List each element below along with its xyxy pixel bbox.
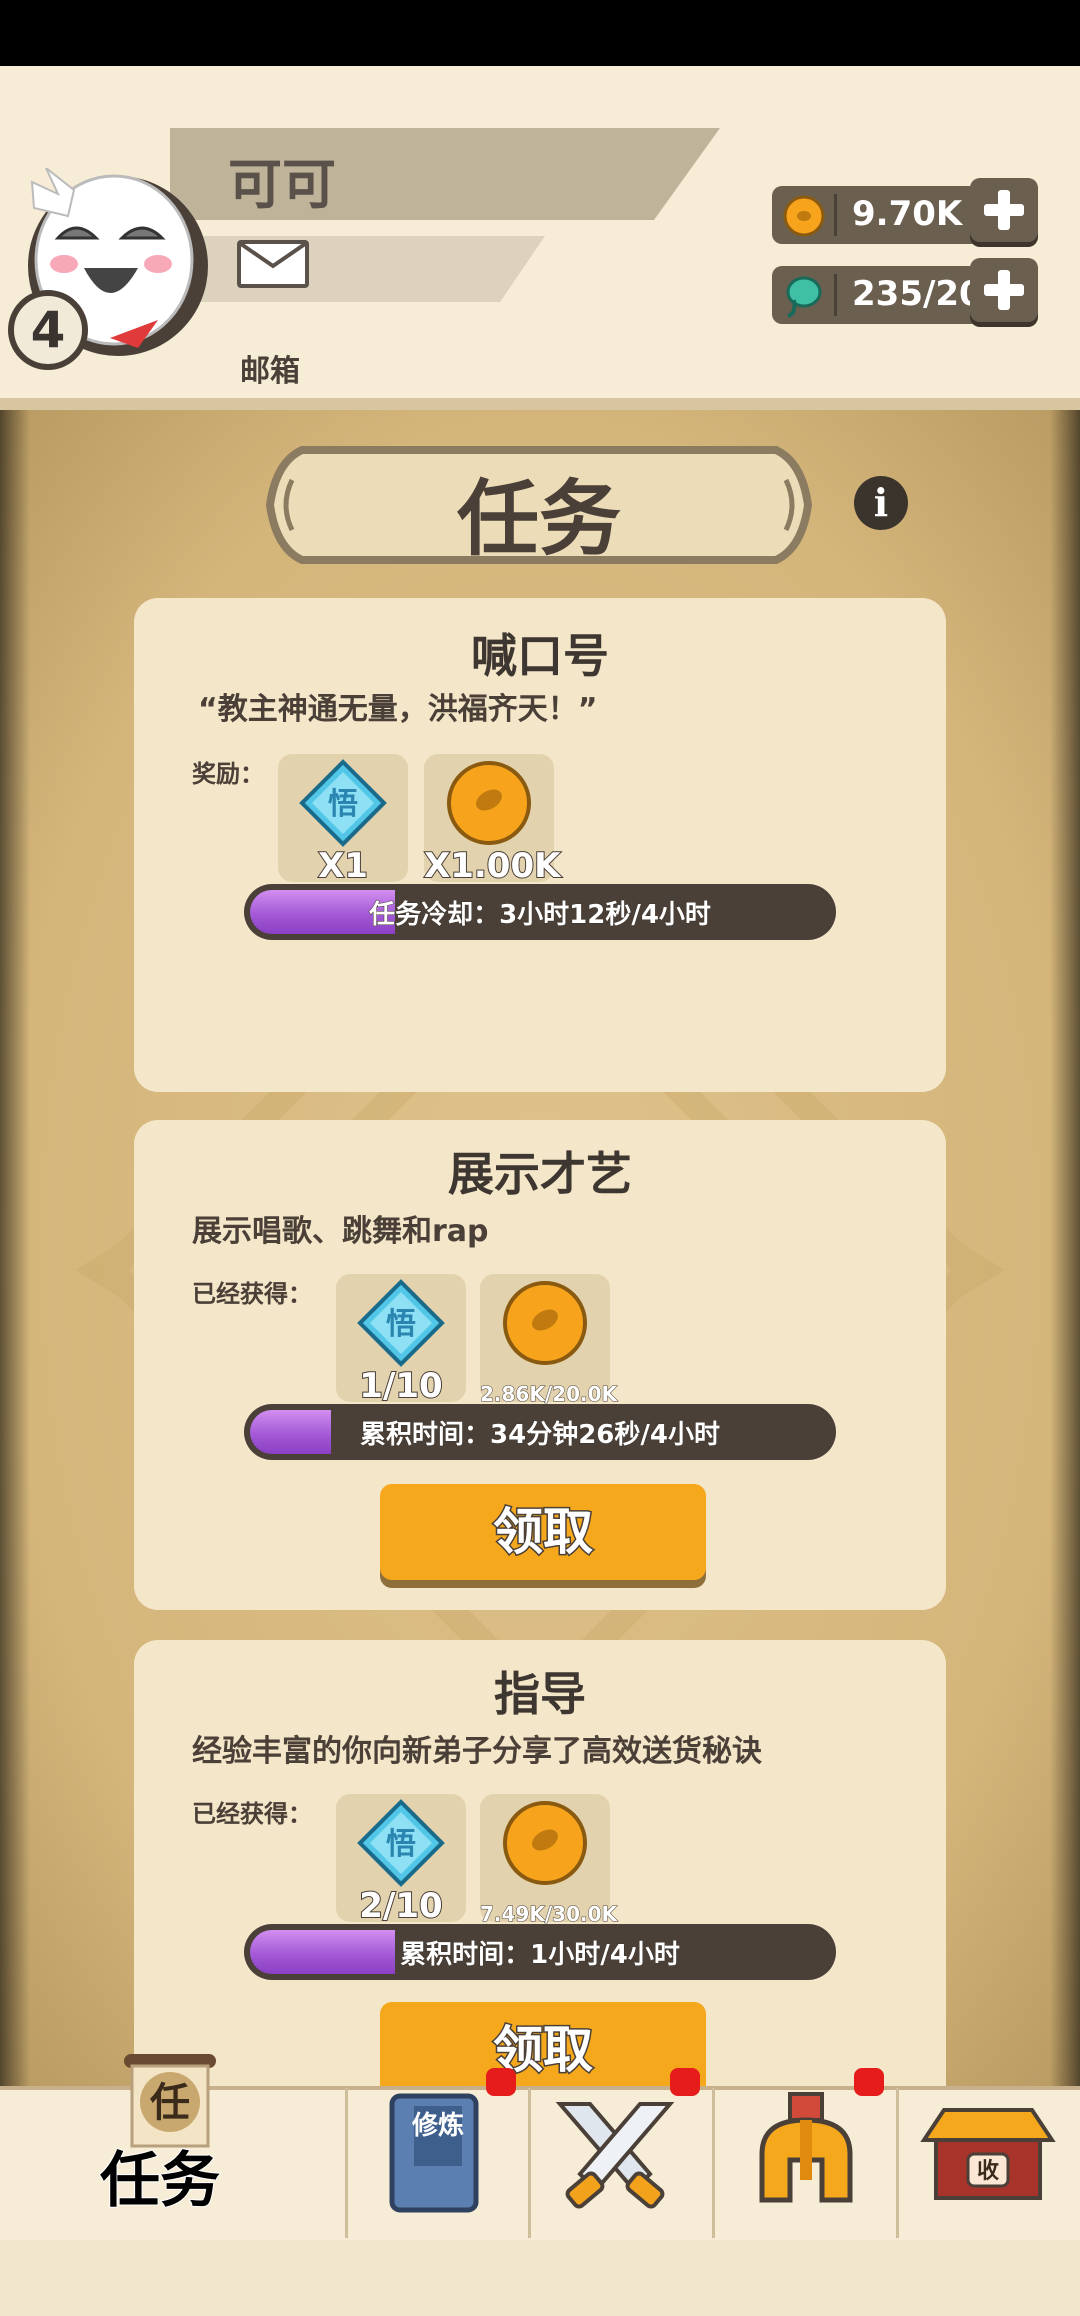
mail-icon[interactable] [237, 240, 309, 288]
info-icon[interactable]: i [854, 476, 908, 530]
reward-quantity: X1.00K [423, 845, 561, 887]
shop-icon-glyph: 收 [977, 2158, 999, 2184]
progress-text: 任务冷却：3小时12秒/4小时 [369, 900, 712, 931]
reward-item[interactable]: 2.86K/20.0K [480, 1274, 618, 1407]
cultivation-book-glyph: 修炼 [411, 2110, 464, 2141]
status-bar [0, 0, 1080, 66]
header-divider [0, 398, 1080, 410]
reward-item[interactable]: 悟 2/10 [336, 1794, 466, 1927]
task-title: 喊口号 [471, 629, 609, 683]
reward-item[interactable]: 悟 1/10 [336, 1274, 466, 1407]
player-name: 可可 [228, 153, 336, 216]
notification-dot [854, 2068, 884, 2096]
notification-dot [486, 2068, 516, 2096]
currency-divider [834, 274, 837, 316]
coin-icon [503, 1801, 587, 1885]
reward-item[interactable]: 7.49K/30.0K [480, 1794, 618, 1927]
add-gem-button[interactable] [970, 258, 1038, 322]
wu-gem-glyph: 悟 [386, 1307, 416, 1342]
page-title: 任务 [456, 472, 621, 567]
add-coin-button[interactable] [970, 178, 1038, 242]
reward-label: 已经获得： [192, 1800, 312, 1828]
coin-icon [783, 195, 825, 237]
currency-divider [834, 194, 837, 236]
wu-gem-glyph: 悟 [328, 787, 358, 822]
panel-shade-left [0, 410, 30, 2086]
coin-icon [503, 1281, 587, 1365]
level-badge: 4 [8, 290, 88, 370]
task-title: 指导 [494, 1667, 586, 1721]
reward-quantity: 2/10 [358, 1885, 443, 1927]
notification-dot [670, 2068, 700, 2096]
accumulate-progress: 累积时间：1小时/4小时 [244, 1924, 836, 1980]
task-description: 经验丰富的你向新弟子分享了高效送货秘诀 [192, 1734, 762, 1769]
tab-label: 任务 [99, 2145, 221, 2217]
reward-quantity: 1/10 [358, 1365, 443, 1407]
reward-item[interactable]: X1.00K [423, 754, 561, 887]
task-description: 展示唱歌、跳舞和rap [192, 1214, 489, 1249]
wu-gem-glyph: 悟 [386, 1827, 416, 1862]
spirit-gem-icon [786, 276, 822, 318]
progress-text: 累积时间：1小时/4小时 [400, 1940, 681, 1971]
coin-icon [447, 761, 531, 845]
task-title: 展示才艺 [448, 1147, 632, 1201]
accumulate-progress: 累积时间：34分钟26秒/4小时 [244, 1404, 836, 1460]
gem-value: 235/20 [852, 274, 983, 314]
task-card: 喊口号 “教主神通无量，洪福齐天！” 奖励： 悟 X1 X1.00K 任务冷却：… [134, 598, 946, 1092]
wu-gem-icon: 悟 [357, 1279, 445, 1367]
progress-text: 累积时间：34分钟26秒/4小时 [360, 1420, 721, 1451]
task-description: “教主神通无量，洪福齐天！” [198, 692, 598, 727]
claim-button[interactable]: 领取 [380, 1484, 706, 1580]
coin-value: 9.70K [852, 194, 963, 234]
reward-quantity: 2.86K/20.0K [480, 1382, 618, 1407]
claim-button[interactable]: 领取 [380, 2002, 706, 2098]
task-card: 展示才艺 展示唱歌、跳舞和rap 已经获得： 悟 1/10 2.86K/20.0… [134, 1120, 946, 1610]
reward-quantity: X1 [317, 845, 369, 887]
cooldown-progress: 任务冷却：3小时12秒/4小时 [244, 884, 836, 940]
crossed-swords-icon [555, 2102, 675, 2209]
mail-label[interactable]: 邮箱 [240, 346, 300, 390]
reward-item[interactable]: 悟 X1 [278, 754, 408, 887]
mail-banner [170, 236, 545, 302]
wu-gem-icon: 悟 [299, 759, 387, 847]
wu-gem-icon: 悟 [357, 1799, 445, 1887]
panel-shade-right [1050, 410, 1080, 2086]
helmet-icon [759, 2092, 853, 2203]
scroll-icon-glyph: 任 [150, 2080, 190, 2126]
reward-quantity: 7.49K/30.0K [480, 1902, 618, 1927]
reward-label: 已经获得： [192, 1280, 312, 1308]
cultivation-book-icon: 修炼 [389, 2093, 479, 2213]
bottom-safe-area [0, 2240, 1080, 2316]
shop-icon: 收 [920, 2108, 1056, 2200]
task-card: 指导 经验丰富的你向新弟子分享了高效送货秘诀 已经获得： 悟 2/10 7.49… [134, 1640, 946, 2130]
reward-label: 奖励： [192, 760, 264, 788]
